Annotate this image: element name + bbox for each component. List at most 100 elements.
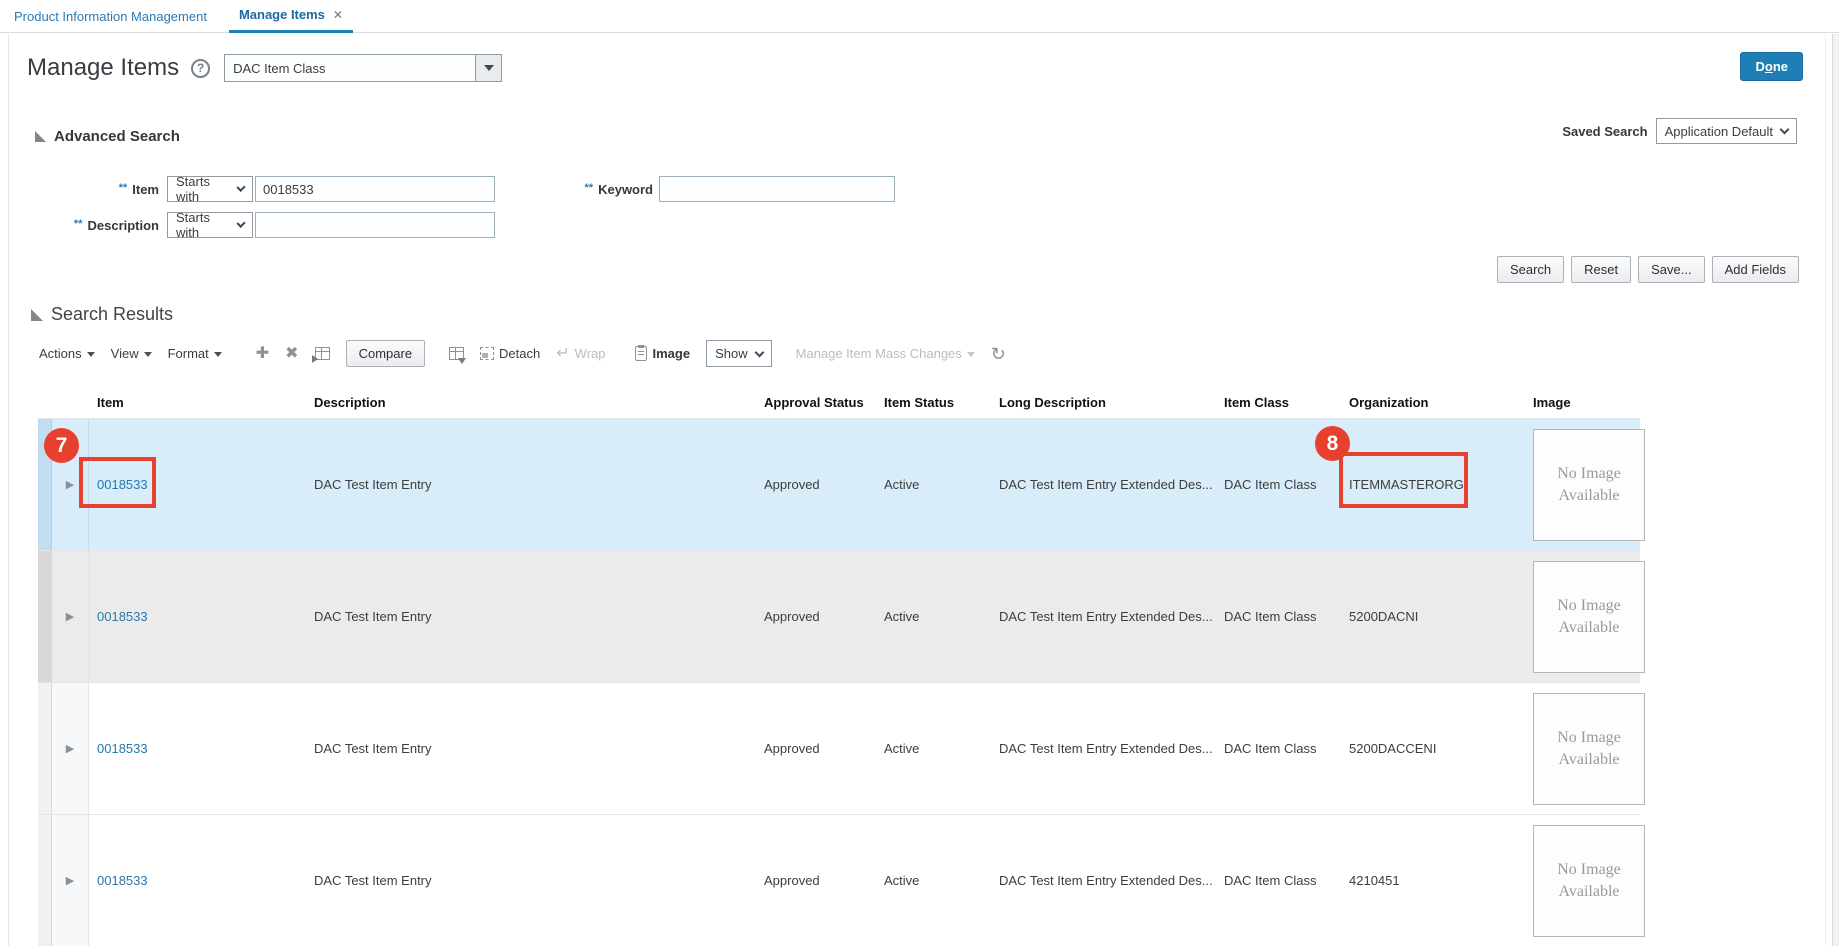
menu-arrow-icon xyxy=(214,352,222,357)
item-value-input[interactable] xyxy=(255,176,495,202)
chevron-down-icon xyxy=(754,347,764,357)
done-label: D xyxy=(1755,59,1764,74)
description-operator-select[interactable]: Starts with xyxy=(167,212,253,238)
item-link[interactable]: 0018533 xyxy=(97,477,148,492)
saved-search-value: Application Default xyxy=(1665,124,1773,139)
view-menu[interactable]: View xyxy=(111,346,152,361)
done-button[interactable]: Done xyxy=(1740,52,1803,81)
item-status-cell: Active xyxy=(876,741,991,756)
column-header-item-class[interactable]: Item Class xyxy=(1216,395,1341,410)
detach-icon xyxy=(480,347,494,360)
item-link[interactable]: 0018533 xyxy=(97,609,148,624)
column-header-item[interactable]: Item xyxy=(89,395,306,410)
item-link[interactable]: 0018533 xyxy=(97,741,148,756)
compare-button[interactable]: Compare xyxy=(346,340,425,367)
format-menu[interactable]: Format xyxy=(168,346,222,361)
search-button[interactable]: Search xyxy=(1497,256,1564,283)
column-header-item-status[interactable]: Item Status xyxy=(876,395,991,410)
column-header-organization[interactable]: Organization xyxy=(1341,395,1525,410)
item-class-combobox xyxy=(224,54,502,82)
collapse-triangle-icon[interactable] xyxy=(31,309,43,321)
results-toolbar: Actions View Format ✚ ✖ Compare Detach ↵ xyxy=(39,340,1006,367)
row-selector-strip[interactable] xyxy=(38,683,52,814)
item-link[interactable]: 0018533 xyxy=(97,873,148,888)
item-cell: 0018533 xyxy=(89,741,306,756)
row-selector-strip[interactable] xyxy=(38,551,52,682)
column-header-image[interactable]: Image xyxy=(1525,395,1640,410)
table-row[interactable]: ▶ 0018533 DAC Test Item Entry Approved A… xyxy=(38,683,1640,815)
no-image-placeholder: No Image Available xyxy=(1533,561,1645,673)
item-class-cell: DAC Item Class xyxy=(1216,741,1341,756)
item-class-cell: DAC Item Class xyxy=(1216,609,1341,624)
vertical-scrollbar[interactable] xyxy=(1832,34,1839,946)
save-search-button[interactable]: Save... xyxy=(1638,256,1704,283)
table-row[interactable]: ▶ 0018533 DAC Test Item Entry Approved A… xyxy=(38,815,1640,946)
table-row[interactable]: ▶ 7 0018533 DAC Test Item Entry Approved… xyxy=(38,419,1640,551)
tab-product-information-management[interactable]: Product Information Management xyxy=(14,9,207,24)
saved-search: Saved Search Application Default xyxy=(1562,118,1797,144)
description-cell: DAC Test Item Entry xyxy=(306,609,756,624)
search-results-header[interactable]: Search Results xyxy=(31,304,173,325)
close-tab-icon[interactable]: ✕ xyxy=(333,8,343,22)
item-class-cell: DAC Item Class xyxy=(1216,477,1341,492)
saved-search-select[interactable]: Application Default xyxy=(1656,118,1797,144)
item-status-cell: Active xyxy=(876,873,991,888)
freeze-columns-icon[interactable] xyxy=(315,347,330,360)
format-menu-label: Format xyxy=(168,346,209,361)
required-marker: ** xyxy=(585,182,594,194)
expand-row-icon[interactable]: ▶ xyxy=(66,610,74,623)
chevron-down-icon xyxy=(236,183,245,192)
table-row[interactable]: ▶ 0018533 DAC Test Item Entry Approved A… xyxy=(38,551,1640,683)
refresh-icon[interactable]: ↻ xyxy=(991,345,1006,363)
saved-search-label: Saved Search xyxy=(1562,124,1647,139)
image-cell: No Image Available xyxy=(1525,825,1640,937)
long-description-cell: DAC Test Item Entry Extended Des... xyxy=(991,873,1216,888)
delete-item-icon[interactable]: ✖ xyxy=(285,346,298,362)
create-item-icon[interactable]: ✚ xyxy=(256,346,269,362)
image-label: Image xyxy=(652,346,690,361)
organization-cell: 8 ITEMMASTERORG xyxy=(1341,477,1525,492)
description-cell: DAC Test Item Entry xyxy=(306,741,756,756)
long-description-cell: DAC Test Item Entry Extended Des... xyxy=(991,609,1216,624)
advanced-search-header[interactable]: Advanced Search xyxy=(35,128,180,145)
dropdown-arrow-icon xyxy=(484,65,494,71)
expand-row-icon[interactable]: ▶ xyxy=(66,874,74,887)
column-header-description[interactable]: Description xyxy=(306,395,756,410)
annotation-badge-8: 8 xyxy=(1315,426,1350,461)
item-class-cell: DAC Item Class xyxy=(1216,873,1341,888)
view-menu-label: View xyxy=(111,346,139,361)
wrap-button: ↵ Wrap xyxy=(556,346,605,362)
description-value-input[interactable] xyxy=(255,212,495,238)
expand-row-icon[interactable]: ▶ xyxy=(66,742,74,755)
row-selector-strip[interactable] xyxy=(38,815,52,946)
expand-row-icon[interactable]: ▶ xyxy=(66,478,74,491)
main-panel: Manage Items ? Done Advanced Search Save… xyxy=(8,34,1826,946)
annotation-badge-7: 7 xyxy=(44,428,79,463)
approval-status-cell: Approved xyxy=(756,477,876,492)
collapse-triangle-icon[interactable] xyxy=(35,131,46,142)
column-header-long-description[interactable]: Long Description xyxy=(991,395,1216,410)
tab-manage-items[interactable]: Manage Items ✕ xyxy=(229,0,353,33)
manage-item-mass-changes-menu: Manage Item Mass Changes xyxy=(796,346,975,361)
keyword-input[interactable] xyxy=(659,176,895,202)
chevron-down-icon xyxy=(1780,125,1790,135)
item-class-input[interactable] xyxy=(224,54,476,82)
column-header-approval-status[interactable]: Approval Status xyxy=(756,395,876,410)
image-show-select[interactable]: Show xyxy=(706,340,772,367)
item-class-dropdown-button[interactable] xyxy=(476,54,502,82)
image-show-value: Show xyxy=(715,346,748,361)
image-cell: No Image Available xyxy=(1525,693,1640,805)
results-table: Item Description Approval Status Item St… xyxy=(38,386,1640,946)
image-clipboard-icon xyxy=(635,346,647,361)
actions-menu[interactable]: Actions xyxy=(39,346,95,361)
tab-bar: Product Information Management Manage It… xyxy=(0,0,1839,33)
keyword-field-label: **Keyword xyxy=(561,182,653,197)
detach-button[interactable]: Detach xyxy=(480,346,540,361)
item-operator-select[interactable]: Starts with xyxy=(167,176,253,202)
help-icon[interactable]: ? xyxy=(191,59,210,78)
reset-button[interactable]: Reset xyxy=(1571,256,1631,283)
description-cell: DAC Test Item Entry xyxy=(306,477,756,492)
query-by-example-icon[interactable] xyxy=(449,347,464,360)
manage-items-screen: Product Information Management Manage It… xyxy=(0,0,1839,946)
add-fields-button[interactable]: Add Fields xyxy=(1712,256,1799,283)
